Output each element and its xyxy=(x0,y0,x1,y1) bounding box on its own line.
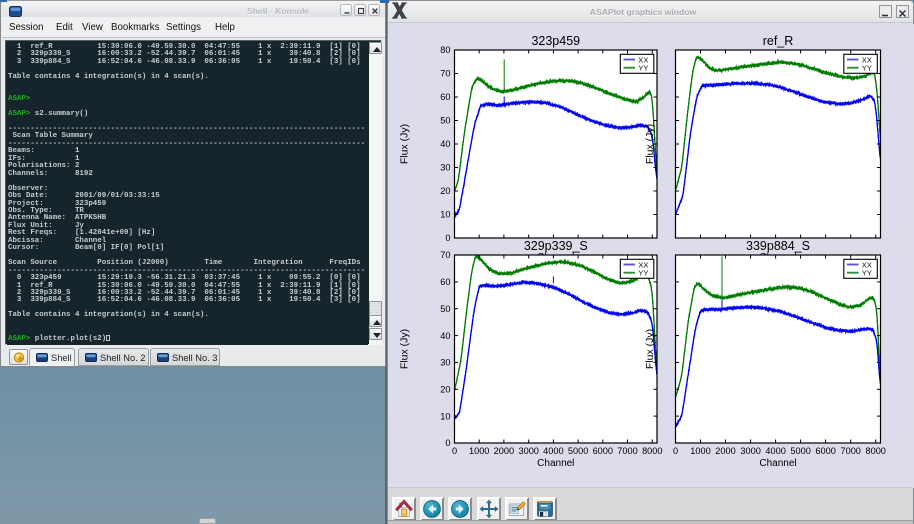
svg-text:8000: 8000 xyxy=(865,446,885,456)
svg-text:20: 20 xyxy=(440,186,450,196)
svg-text:40: 40 xyxy=(440,139,450,149)
svg-text:4000: 4000 xyxy=(543,446,563,456)
svg-text:60: 60 xyxy=(440,277,450,287)
svg-text:70: 70 xyxy=(440,69,450,79)
svg-text:4000: 4000 xyxy=(765,446,785,456)
svg-text:2000: 2000 xyxy=(715,446,735,456)
svg-text:5000: 5000 xyxy=(790,446,810,456)
svg-text:80: 80 xyxy=(440,45,450,55)
svg-text:60: 60 xyxy=(440,92,450,102)
svg-text:2000: 2000 xyxy=(494,446,514,456)
svg-text:1000: 1000 xyxy=(469,446,489,456)
svg-text:1000: 1000 xyxy=(690,446,710,456)
svg-text:Flux (Jy): Flux (Jy) xyxy=(399,329,411,369)
svg-text:323p459: 323p459 xyxy=(531,34,580,48)
svg-text:10: 10 xyxy=(440,210,450,220)
svg-text:YY: YY xyxy=(862,64,872,73)
svg-text:Flux (Jy): Flux (Jy) xyxy=(644,124,656,164)
svg-text:70: 70 xyxy=(440,250,450,260)
svg-text:7000: 7000 xyxy=(617,446,637,456)
svg-text:50: 50 xyxy=(440,304,450,314)
svg-text:6000: 6000 xyxy=(815,446,835,456)
svg-text:ref_R: ref_R xyxy=(763,34,794,48)
svg-text:Flux (Jy): Flux (Jy) xyxy=(644,329,656,369)
svg-text:40: 40 xyxy=(440,331,450,341)
svg-text:7000: 7000 xyxy=(840,446,860,456)
svg-text:50: 50 xyxy=(440,116,450,126)
svg-text:329p339_S: 329p339_S xyxy=(524,239,588,253)
svg-text:30: 30 xyxy=(440,358,450,368)
svg-text:Channel: Channel xyxy=(759,458,796,469)
svg-text:10: 10 xyxy=(440,411,450,421)
svg-text:30: 30 xyxy=(440,163,450,173)
svg-text:6000: 6000 xyxy=(593,446,613,456)
svg-text:0: 0 xyxy=(445,438,450,448)
svg-text:Flux (Jy): Flux (Jy) xyxy=(399,124,411,164)
svg-text:0: 0 xyxy=(445,233,450,243)
svg-text:339p884_S: 339p884_S xyxy=(746,239,810,253)
svg-text:3000: 3000 xyxy=(518,446,538,456)
svg-text:Channel: Channel xyxy=(537,458,574,469)
svg-text:3000: 3000 xyxy=(740,446,760,456)
svg-text:20: 20 xyxy=(440,385,450,395)
svg-text:YY: YY xyxy=(862,269,872,278)
svg-text:YY: YY xyxy=(638,269,648,278)
svg-text:8000: 8000 xyxy=(642,446,662,456)
svg-text:5000: 5000 xyxy=(568,446,588,456)
svg-text:YY: YY xyxy=(638,64,648,73)
svg-text:0: 0 xyxy=(673,446,678,456)
svg-text:0: 0 xyxy=(452,446,457,456)
